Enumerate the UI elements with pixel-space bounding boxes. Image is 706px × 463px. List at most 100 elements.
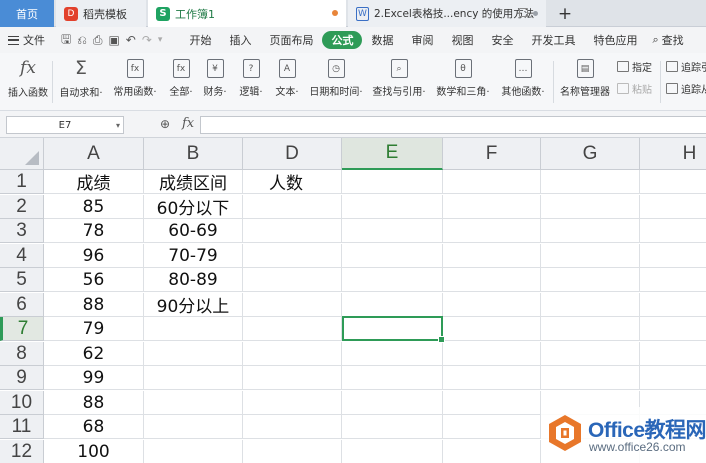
cell-e9[interactable] [342,366,443,390]
cell-d8[interactable] [243,342,342,366]
cell-b3[interactable]: 60-69 [144,219,243,243]
cell-f4[interactable] [443,244,541,268]
cell-a12[interactable]: 100 [44,440,144,463]
fx-icon[interactable]: fx [182,116,194,131]
cell-f5[interactable] [443,268,541,292]
cell-d11[interactable] [243,415,342,439]
row-header-9[interactable]: 9 [0,366,44,390]
cell-e10[interactable] [342,391,443,415]
row-header-1[interactable]: 1 [0,170,44,194]
cell-f2[interactable] [443,195,541,219]
row-header-6[interactable]: 6 [0,293,44,317]
cell-a5[interactable]: 56 [44,268,144,292]
cell-g6[interactable] [541,293,640,317]
cell-e1[interactable] [342,170,443,194]
cell-g3[interactable] [541,219,640,243]
cell-e8[interactable] [342,342,443,366]
tab-home[interactable]: 首页 [0,0,54,27]
chevron-down-icon[interactable]: ▾ [158,35,163,45]
cell-f1[interactable] [443,170,541,194]
cell-b10[interactable] [144,391,243,415]
column-header-g[interactable]: G [541,138,640,170]
common-functions-button[interactable]: fx 常用函数· [112,57,158,107]
insert-function-button[interactable]: fx 插入函数 [8,57,48,107]
cell-b9[interactable] [144,366,243,390]
cell-b2[interactable]: 60分以下 [144,195,243,219]
tab-start[interactable]: 开始 [180,31,220,49]
cell-g9[interactable] [541,366,640,390]
redo-icon[interactable]: ↷ [142,33,152,47]
file-menu[interactable]: 文件 [8,32,45,48]
cell-b5[interactable]: 80-89 [144,268,243,292]
date-time-button[interactable]: ◷ 日期和时间· [307,57,365,107]
tab-review[interactable]: 审阅 [402,31,442,49]
row-header-5[interactable]: 5 [0,268,44,292]
cell-d2[interactable] [243,195,342,219]
cell-d9[interactable] [243,366,342,390]
cell-b4[interactable]: 70-79 [144,244,243,268]
row-header-11[interactable]: 11 [0,415,44,439]
cell-h6[interactable] [640,293,706,317]
cell-f3[interactable] [443,219,541,243]
tab-template[interactable]: D 稻壳模板 [56,0,146,27]
undo-icon[interactable]: ↶ [126,33,136,47]
logical-button[interactable]: ? 逻辑· [236,57,266,107]
cell-d7[interactable] [243,317,342,341]
column-header-a[interactable]: A [44,138,144,170]
trace-dependents-button[interactable]: 追踪从 [666,81,706,96]
cell-f6[interactable] [443,293,541,317]
print-preview-icon[interactable]: ▣ [108,33,119,47]
row-header-2[interactable]: 2 [0,195,44,219]
chevron-down-icon[interactable]: ▾ [116,121,120,130]
cell-g8[interactable] [541,342,640,366]
cell-h7[interactable] [640,317,706,341]
cell-b8[interactable] [144,342,243,366]
cell-a9[interactable]: 99 [44,366,144,390]
cell-b12[interactable] [144,440,243,463]
cell-h4[interactable] [640,244,706,268]
cell-g2[interactable] [541,195,640,219]
tab-page-layout[interactable]: 页面布局 [260,31,322,49]
column-header-h[interactable]: H [640,138,706,170]
tab-data[interactable]: 数据 [362,31,402,49]
cell-e11[interactable] [342,415,443,439]
cell-g4[interactable] [541,244,640,268]
cell-a11[interactable]: 68 [44,415,144,439]
cell-d12[interactable] [243,440,342,463]
print-icon[interactable]: ⎙ [93,33,103,48]
cell-h3[interactable] [640,219,706,243]
cell-b7[interactable] [144,317,243,341]
cell-a10[interactable]: 88 [44,391,144,415]
autosum-button[interactable]: Σ 自动求和· [58,57,104,107]
cell-a4[interactable]: 96 [44,244,144,268]
name-box[interactable]: E7 ▾ [6,116,124,134]
add-tab-button[interactable]: + [556,0,574,27]
row-header-7[interactable]: 7 [0,317,44,341]
cell-f10[interactable] [443,391,541,415]
cell-h9[interactable] [640,366,706,390]
text-button[interactable]: A 文本· [272,57,302,107]
name-manager-button[interactable]: ▤ 名称管理器 [559,57,611,107]
cell-e4[interactable] [342,244,443,268]
cell-f9[interactable] [443,366,541,390]
cell-f11[interactable] [443,415,541,439]
cell-e2[interactable] [342,195,443,219]
cell-b11[interactable] [144,415,243,439]
cell-g7[interactable] [541,317,640,341]
zoom-icon[interactable]: ⊕ [160,117,170,131]
cell-a8[interactable]: 62 [44,342,144,366]
math-trig-button[interactable]: θ 数学和三角· [434,57,492,107]
cell-g5[interactable] [541,268,640,292]
cell-h2[interactable] [640,195,706,219]
column-header-b[interactable]: B [144,138,243,170]
column-header-e[interactable]: E [342,138,443,170]
all-functions-button[interactable]: fx 全部· [166,57,196,107]
cell-a7[interactable]: 79 [44,317,144,341]
cell-h1[interactable] [640,170,706,194]
cell-e3[interactable] [342,219,443,243]
search-button[interactable]: ⌕ 查找 [652,32,683,48]
tab-security[interactable]: 安全 [482,31,522,49]
row-header-10[interactable]: 10 [0,391,44,415]
cell-b6[interactable]: 90分以上 [144,293,243,317]
cell-f8[interactable] [443,342,541,366]
